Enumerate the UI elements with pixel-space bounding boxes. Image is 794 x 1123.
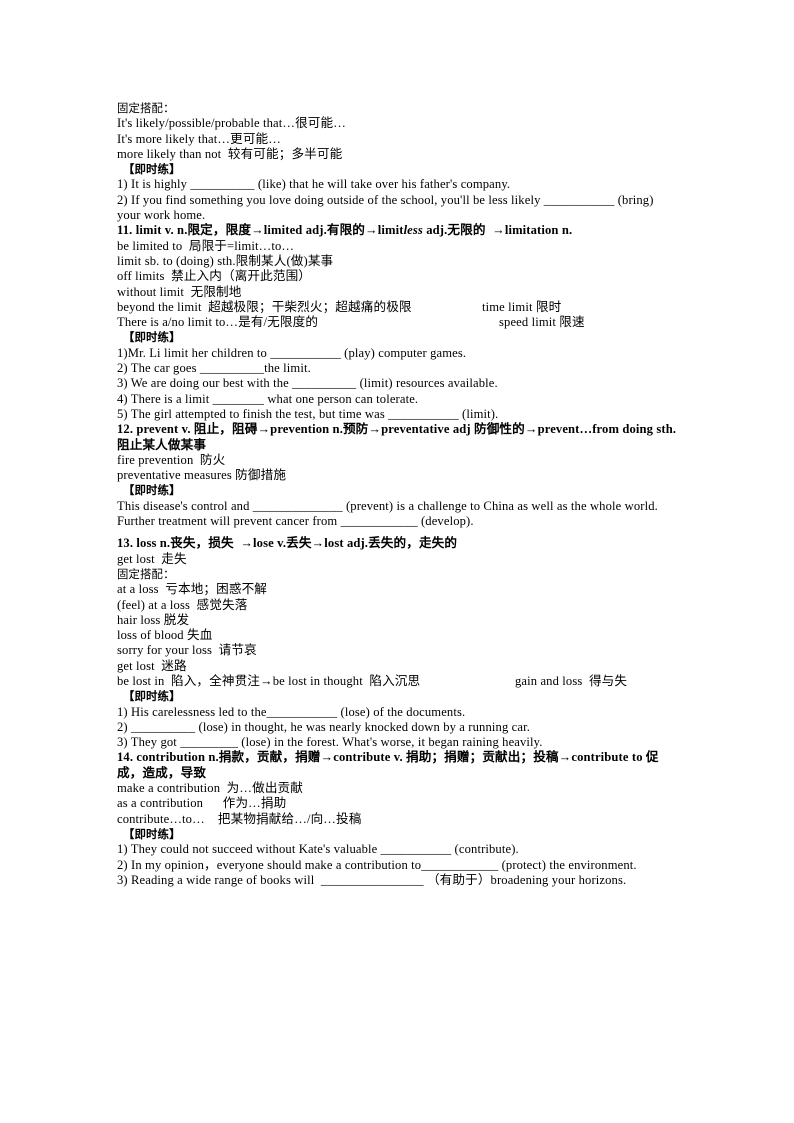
exercise-item: 1) It is highly __________ (like) that h… (117, 177, 511, 192)
section-entry-14-contribution: 14. contribution n.捐款，贡献，捐赠→contribute v… (117, 750, 679, 888)
phrase-item: get lost 迷路 (117, 658, 187, 673)
section-entry-13-loss: 13. loss n.丧失，损失 →lose v.丢失→lost adj.丢失的… (117, 536, 679, 750)
exercise-item: 2) In my opinion，everyone should make a … (117, 857, 637, 872)
collocation-item: It's likely/possible/probable that…很可能… (117, 116, 346, 131)
exercise-item: 4) There is a limit ________ what one pe… (117, 391, 419, 406)
phrase-item: without limit 无限制地 (117, 284, 242, 299)
practice-label: 【即时练】 (123, 483, 181, 498)
phrase-item: be limited to 局限于=limit…to… (117, 238, 295, 253)
exercise-item: 2) The car goes __________the limit. (117, 361, 311, 376)
entry-heading: 12. prevent v. 阻止，阻碍→prevention n.预防→pre… (117, 422, 677, 452)
phrase-item: contribute…to… 把某物捐献给…/向…投稿 (117, 811, 362, 826)
section-entry-12-prevent: 12. prevent v. 阻止，阻碍→prevention n.预防→pre… (117, 422, 679, 529)
practice-label: 【即时练】 (123, 330, 181, 345)
phrase-item: preventative measures 防御措施 (117, 468, 287, 483)
phrase-item: beyond the limit 超越极限；干柴烈火；超越痛的极限 time li… (117, 299, 562, 314)
phrase-item: fire prevention 防火 (117, 452, 226, 467)
exercise-item: 3) We are doing our best with the ______… (117, 376, 498, 391)
collocation-label: 固定搭配： (117, 101, 175, 115)
exercise-item: This disease's control and _____________… (117, 498, 658, 513)
section-likely-collocations: 固定搭配： It's likely/possible/probable that… (117, 101, 679, 223)
entry-heading: 11. limit v. n.限定，限度→limited adj.有限的→lim… (117, 223, 573, 238)
phrase-item: (feel) at a loss 感觉失落 (117, 597, 248, 612)
phrase-item: loss of blood 失血 (117, 628, 213, 643)
phrase-item: off limits 禁止入内（离开此范围） (117, 269, 312, 284)
exercise-item: 1)Mr. Li limit her children to _________… (117, 345, 467, 360)
exercise-item: 1) His carelessness led to the__________… (117, 704, 466, 719)
phrase-item: limit sb. to (doing) sth.限制某人(做)某事 (117, 253, 334, 268)
phrase-item: at a loss 亏本地；困惑不解 (117, 582, 268, 597)
phrase-item: be lost in 陷入，全神贯注→be lost in thought 陷入… (117, 673, 628, 688)
entry-heading: 14. contribution n.捐款，贡献，捐赠→contribute v… (117, 750, 659, 780)
exercise-item: Further treatment will prevent cancer fr… (117, 514, 474, 529)
exercise-item: 5) The girl attempted to finish the test… (117, 406, 499, 421)
section-entry-11-limit: 11. limit v. n.限定，限度→limited adj.有限的→lim… (117, 223, 679, 422)
phrase-item-right: speed limit 限速 (499, 315, 585, 330)
phrase-item: There is a/no limit to…是有/无限度的 speed limi… (117, 315, 585, 330)
collocation-item: more likely than not 较有可能；多半可能 (117, 146, 343, 161)
exercise-item: 1) They could not succeed without Kate's… (117, 842, 519, 857)
practice-label: 【即时练】 (123, 689, 181, 704)
practice-label: 【即时练】 (123, 162, 181, 177)
phrase-item: make a contribution 为…做出贡献 (117, 781, 303, 796)
exercise-item: 3) Reading a wide range of books will __… (117, 872, 627, 887)
exercise-item: 2) If you find something you love doing … (117, 192, 657, 223)
practice-label: 【即时练】 (123, 826, 181, 841)
entry-heading: 13. loss n.丧失，损失 →lose v.丢失→lost adj.丢失的… (117, 536, 458, 551)
exercise-item: 2) __________ (lose) in thought, he was … (117, 719, 530, 734)
document-body: 固定搭配： It's likely/possible/probable that… (117, 101, 679, 888)
phrase-item: sorry for your loss 请节哀 (117, 643, 257, 658)
collocation-item: It's more likely that…更可能… (117, 131, 281, 146)
phrase-item: as a contribution 作为…捐助 (117, 796, 287, 811)
phrase-item-right: time limit 限时 (482, 299, 562, 314)
phrase-item-right: gain and loss 得与失 (515, 673, 628, 688)
document-page: 固定搭配： It's likely/possible/probable that… (0, 0, 794, 1123)
phrase-item: hair loss 脱发 (117, 612, 190, 627)
phrase-item: 固定搭配： (117, 566, 175, 581)
exercise-item: 3) They got _________ (lose) in the fore… (117, 735, 543, 750)
phrase-item: get lost 走失 (117, 551, 187, 566)
